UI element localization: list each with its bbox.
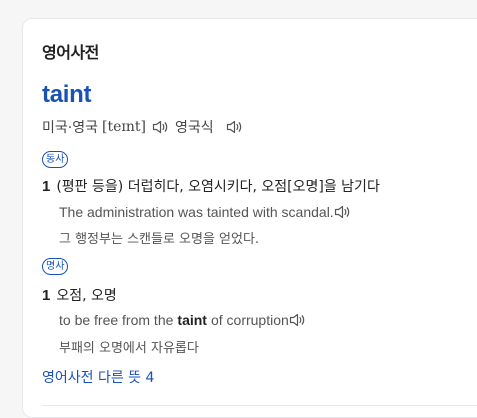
speaker-icon[interactable]	[334, 205, 351, 219]
region-uk-label: 영국식	[174, 120, 214, 136]
example-en-after: of corruption	[210, 312, 289, 328]
example-ko-noun: 부패의 오명에서 자유롭다	[59, 341, 199, 356]
pos-badge-verb: 동사	[42, 151, 69, 168]
more-meanings-link[interactable]: 영어사전 다른 뜻 4	[42, 367, 154, 387]
pronunciation-row: 미국·영국 [teɪnt] 영국식	[42, 117, 243, 137]
meaning-text: (평판 등을) 더럽히다, 오염시키다, 오점[오명]을 남기다	[56, 179, 380, 195]
example-en-bold-word: taint	[177, 312, 207, 328]
ipa-text: [teɪnt]	[101, 119, 146, 135]
example-en-verb: The administration was tainted with scan…	[59, 204, 351, 220]
speaker-icon[interactable]	[152, 120, 169, 134]
speaker-icon[interactable]	[289, 313, 306, 327]
headword[interactable]: taint	[42, 81, 91, 109]
meaning-text: 오점, 오명	[56, 288, 117, 304]
section-title: 영어사전	[42, 43, 99, 62]
example-en-noun: to be free from the taint of corruption	[59, 312, 306, 328]
dictionary-card: 영어사전 taint 미국·영국 [teɪnt] 영국식 동사 1 (평판 등을)…	[22, 18, 477, 418]
sense-number: 1	[42, 287, 51, 304]
sense-number: 1	[42, 178, 51, 195]
example-ko-verb: 그 행정부는 스캔들로 오명을 얻었다.	[59, 232, 260, 247]
region-us-uk-label: 미국·영국	[42, 120, 98, 136]
speaker-icon[interactable]	[226, 120, 243, 134]
divider	[42, 405, 477, 406]
example-en-text: The administration was tainted with scan…	[59, 204, 334, 220]
example-en-before: to be free from the	[59, 312, 174, 328]
pos-badge-noun: 명사	[42, 258, 69, 275]
meaning-noun: 1 오점, 오명	[42, 285, 117, 305]
meaning-verb: 1 (평판 등을) 더럽히다, 오염시키다, 오점[오명]을 남기다	[42, 176, 380, 196]
